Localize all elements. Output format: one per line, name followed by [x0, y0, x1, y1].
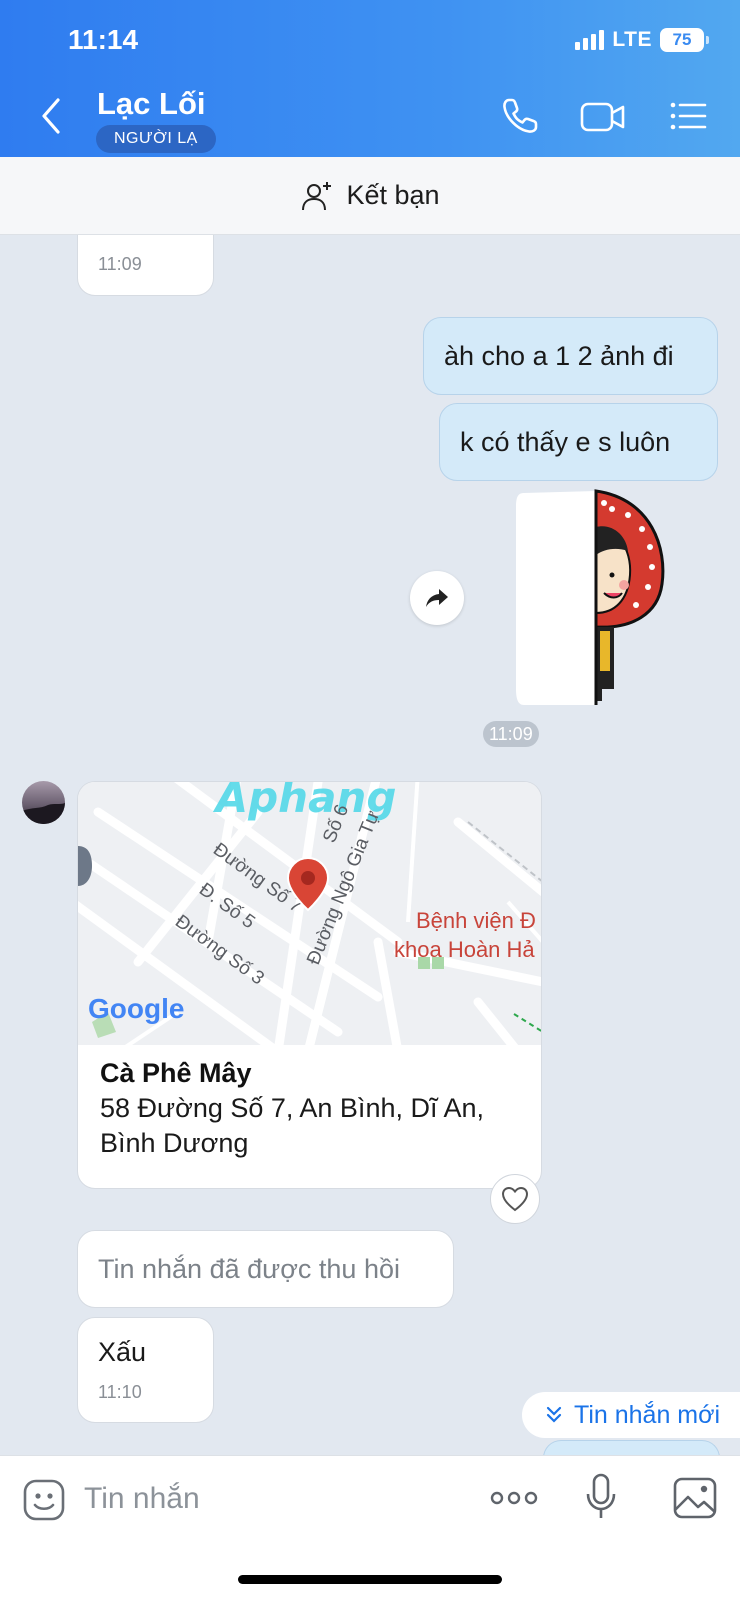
new-messages-label: Tin nhắn mới: [574, 1400, 721, 1429]
poi-label: Bệnh viện Đ: [416, 908, 536, 933]
add-user-icon: [302, 181, 332, 210]
message-text: Ok: [98, 235, 193, 248]
avatar[interactable]: [22, 781, 65, 824]
message-text: k có thấy e s luôn: [460, 427, 671, 457]
outgoing-message[interactable]: k có thấy e s luôn: [439, 403, 718, 481]
poi-label: khoa Hoàn Hả: [394, 937, 535, 962]
more-dots-icon: [490, 1491, 538, 1505]
battery-icon: 75: [660, 28, 709, 52]
location-card[interactable]: Aphang Đường Số 7 Đ. Số 5 Đường Số 3 Đườ…: [77, 781, 542, 1189]
place-address: 58 Đường Số 7, An Bình, Dĩ An, Bình Dươn…: [100, 1093, 485, 1158]
message-time: 11:10: [98, 1382, 142, 1402]
send-image-button[interactable]: [672, 1476, 718, 1525]
add-friend-label: Kết bạn: [346, 180, 440, 210]
message-text: àh cho a 1 2 ảnh đi: [444, 341, 674, 371]
phone-call-button[interactable]: [500, 96, 540, 141]
recalled-message[interactable]: Tin nhắn đã được thu hồi: [77, 1230, 454, 1308]
new-messages-button[interactable]: Tin nhắn mới: [522, 1392, 740, 1438]
network-type: LTE: [612, 28, 652, 51]
place-info: Cà Phê Mây 58 Đường Số 7, An Bình, Dĩ An…: [100, 1058, 530, 1161]
home-indicator: [238, 1575, 502, 1584]
sticker-image[interactable]: [512, 489, 672, 707]
sticker-button[interactable]: [22, 1478, 66, 1527]
double-chevron-down-icon: [546, 1406, 562, 1423]
microphone-icon: [586, 1473, 616, 1518]
message-text: Xấu: [98, 1337, 147, 1367]
signal-icon: [575, 30, 605, 50]
stranger-badge: NGƯỜI LẠ: [96, 125, 216, 153]
react-heart-button[interactable]: [490, 1174, 540, 1224]
share-arrow-icon: [426, 589, 448, 607]
add-friend-button[interactable]: Kết bạn: [0, 157, 740, 235]
outgoing-message[interactable]: àh cho a 1 2 ảnh đi: [423, 317, 718, 395]
video-camera-icon: [580, 102, 625, 132]
menu-button[interactable]: [668, 96, 708, 141]
sticker-timestamp: 11:09: [483, 721, 539, 747]
voice-record-button[interactable]: [584, 1472, 618, 1529]
status-time: 11:14: [68, 24, 139, 55]
message-text: Tin nhắn đã được thu hồi: [98, 1254, 400, 1284]
message-time: 11:09: [98, 254, 142, 274]
map-preview[interactable]: Aphang Đường Số 7 Đ. Số 5 Đường Số 3 Đườ…: [78, 782, 541, 1045]
place-name: Cà Phê Mây: [100, 1058, 252, 1088]
video-call-button[interactable]: [580, 96, 626, 141]
message-input[interactable]: Tin nhắn: [84, 1482, 200, 1516]
phone-icon: [503, 98, 538, 133]
incoming-message[interactable]: Ok 11:09: [77, 235, 214, 296]
chat-header: 11:14 LTE 75 Lạc Lối NGƯỜI LẠ: [0, 0, 740, 157]
back-button[interactable]: [34, 96, 68, 136]
google-logo: Google: [88, 993, 184, 1024]
heart-icon: [501, 1186, 529, 1212]
image-gallery-icon: [673, 1477, 717, 1519]
incoming-message[interactable]: Xấu 11:10: [77, 1317, 214, 1423]
more-options-button[interactable]: [490, 1486, 538, 1515]
list-menu-icon: [670, 102, 707, 130]
contact-name[interactable]: Lạc Lối: [97, 86, 206, 122]
smiley-sticker-icon: [23, 1479, 65, 1521]
status-indicators: LTE 75: [575, 28, 709, 52]
forward-button[interactable]: [410, 571, 464, 625]
